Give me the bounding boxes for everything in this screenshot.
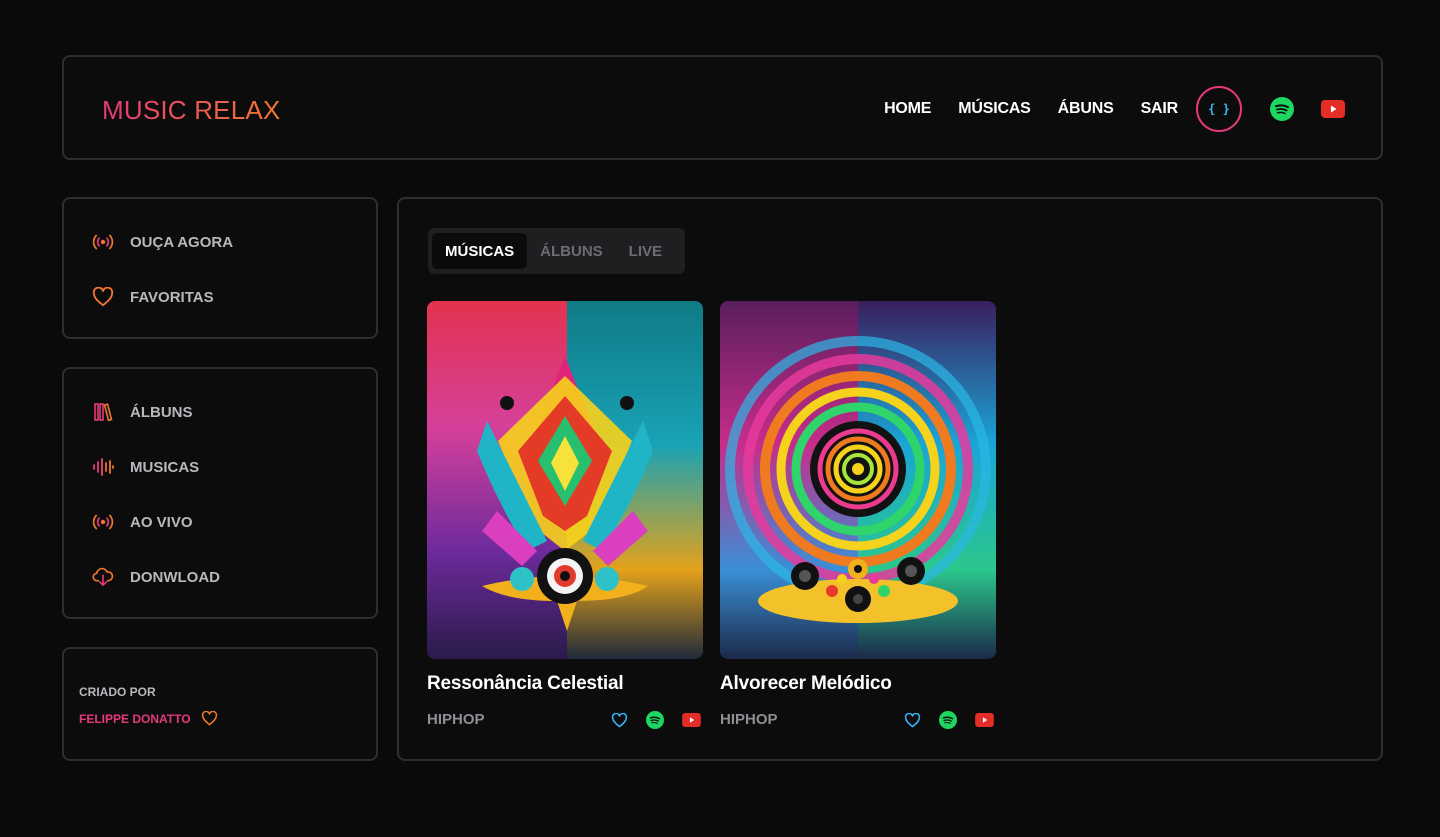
library-icon [92, 401, 114, 423]
spotify-icon[interactable] [1270, 97, 1294, 121]
sidebar-item-albuns[interactable]: ÁLBUNS [92, 401, 193, 423]
album-cover-image[interactable] [720, 301, 996, 659]
content-tabs: MÚSICAS ÁLBUNS LIVE [428, 228, 685, 274]
tab-live[interactable]: LIVE [616, 233, 675, 269]
music-card[interactable]: Ressonância Celestial HIPHOP [427, 301, 703, 734]
spotify-icon[interactable] [646, 711, 664, 734]
cloud-download-icon [92, 566, 114, 588]
author-name: FELIPPE DONATTO [79, 711, 191, 726]
sidebar-item-favoritas[interactable]: FAVORITAS [92, 286, 214, 308]
sidebar-item-label: OUÇA AGORA [130, 233, 234, 251]
credits-panel: CRIADO POR FELIPPE DONATTO [62, 647, 378, 761]
top-header: MUSIC RELAX HOME MÚSICAS ÁBUNS SAIR { } [62, 55, 1383, 160]
youtube-icon[interactable] [975, 713, 994, 732]
broadcast-icon [92, 231, 114, 253]
favorite-heart-icon[interactable] [611, 712, 628, 733]
nav-home[interactable]: HOME [884, 100, 931, 118]
sidebar-listen-group: OUÇA AGORA FAVORITAS [62, 197, 378, 339]
favorite-heart-icon[interactable] [904, 712, 921, 733]
nav-sair[interactable]: SAIR [1141, 100, 1179, 118]
content-panel: MÚSICAS ÁLBUNS LIVE Ressonância Celestia… [397, 197, 1383, 761]
code-braces-icon: { } [1208, 102, 1230, 116]
nav-abuns[interactable]: ÁBUNS [1058, 100, 1114, 118]
tab-albuns[interactable]: ÁLBUNS [527, 233, 616, 269]
song-genre: HIPHOP [427, 711, 485, 728]
album-cover-image[interactable] [427, 301, 703, 659]
sidebar-item-musicas[interactable]: MUSICAS [92, 456, 199, 478]
sidebar-item-label: AO VIVO [130, 513, 193, 531]
credits-label: CRIADO POR [79, 685, 156, 699]
sidebar-item-label: ÁLBUNS [130, 403, 193, 421]
sidebar-library-group: ÁLBUNS MUSICAS AO VIVO DONWLOAD [62, 367, 378, 619]
author-link[interactable]: FELIPPE DONATTO [79, 711, 218, 726]
spotify-icon[interactable] [939, 711, 957, 734]
song-genre: HIPHOP [720, 711, 778, 728]
music-card[interactable]: Alvorecer Melódico HIPHOP [720, 301, 996, 734]
song-title[interactable]: Ressonância Celestial [427, 673, 703, 695]
sidebar-item-label: DONWLOAD [130, 568, 220, 586]
youtube-icon[interactable] [682, 713, 701, 732]
sidebar-item-ouca-agora[interactable]: OUÇA AGORA [92, 231, 233, 253]
waveform-icon [92, 456, 114, 478]
heart-icon [92, 286, 114, 308]
nav-musicas[interactable]: MÚSICAS [958, 100, 1031, 118]
heart-icon [201, 711, 217, 726]
main-nav: HOME MÚSICAS ÁBUNS SAIR { } [884, 86, 1345, 132]
broadcast-icon [92, 511, 114, 533]
sidebar-item-ao-vivo[interactable]: AO VIVO [92, 511, 193, 533]
tab-musicas[interactable]: MÚSICAS [432, 233, 528, 269]
song-title[interactable]: Alvorecer Melódico [720, 673, 996, 695]
youtube-icon[interactable] [1321, 100, 1345, 118]
sidebar-item-label: FAVORITAS [130, 288, 214, 306]
sidebar-item-download[interactable]: DONWLOAD [92, 566, 220, 588]
sidebar-item-label: MUSICAS [130, 458, 200, 476]
site-logo[interactable]: MUSIC RELAX [102, 95, 280, 126]
code-button[interactable]: { } [1196, 86, 1242, 132]
